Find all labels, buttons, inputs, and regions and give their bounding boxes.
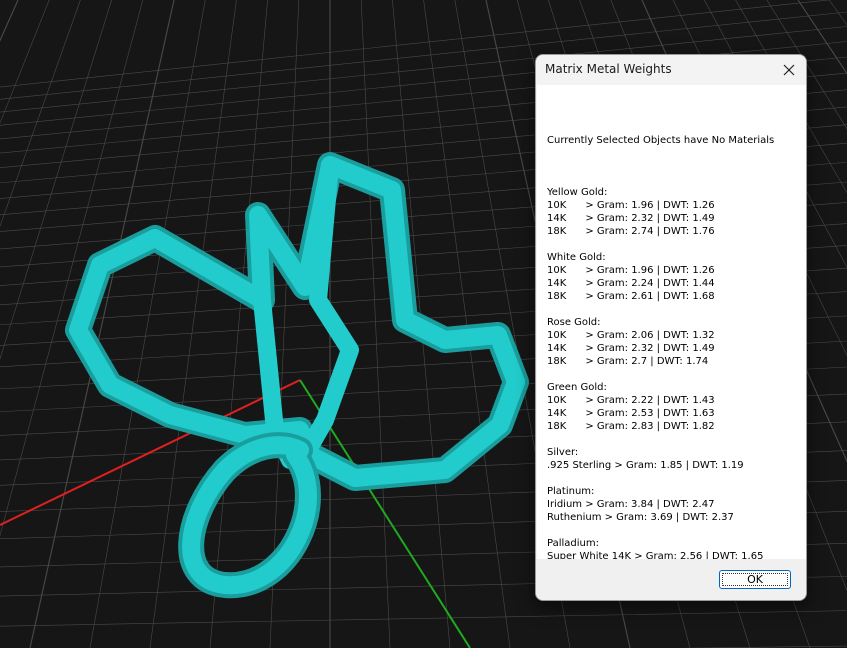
metal-section-title: Silver: xyxy=(547,447,579,458)
metal-section: Rose Gold: 10K > Gram: 2.06 | DWT: 1.32 14… xyxy=(547,316,803,368)
weight-line: 10K > Gram: 1.96 | DWT: 1.26 xyxy=(547,265,715,276)
metal-section-title: Platinum: xyxy=(547,486,595,497)
monogram-object[interactable] xyxy=(65,152,529,599)
weight-line: 18K > Gram: 2.83 | DWT: 1.82 xyxy=(547,421,715,432)
grid-line xyxy=(29,0,175,648)
dialog-content: Currently Selected Objects have No Mater… xyxy=(537,85,806,588)
weight-line: 18K > Gram: 2.61 | DWT: 1.68 xyxy=(547,291,715,302)
metal-section: White Gold: 10K > Gram: 1.96 | DWT: 1.26 1… xyxy=(547,251,803,303)
ok-button[interactable]: OK xyxy=(719,570,791,589)
dialog-title: Matrix Metal Weights xyxy=(545,62,672,76)
metal-section: Platinum: Iridium > Gram: 3.84 | DWT: 2.4… xyxy=(547,485,803,524)
dialog-footer: OK xyxy=(536,559,806,600)
weight-line: 14K > Gram: 2.53 | DWT: 1.63 xyxy=(547,408,715,419)
weight-line: 14K > Gram: 2.32 | DWT: 1.49 xyxy=(547,343,715,354)
metal-section-title: Rose Gold: xyxy=(547,317,601,328)
weight-line: 18K > Gram: 2.74 | DWT: 1.76 xyxy=(547,226,715,237)
metal-section: Yellow Gold: 10K > Gram: 1.96 | DWT: 1.26… xyxy=(547,186,803,238)
weight-line: Iridium > Gram: 3.84 | DWT: 2.47 xyxy=(547,499,715,510)
weight-line: 14K > Gram: 2.32 | DWT: 1.49 xyxy=(547,213,715,224)
weight-line: 10K > Gram: 1.96 | DWT: 1.26 xyxy=(547,200,715,211)
weight-line: .925 Sterling > Gram: 1.85 | DWT: 1.19 xyxy=(547,460,744,471)
weights-text: Currently Selected Objects have No Mater… xyxy=(547,108,803,600)
weight-line: 14K > Gram: 2.24 | DWT: 1.44 xyxy=(547,278,715,289)
weight-line: 18K > Gram: 2.7 | DWT: 1.74 xyxy=(547,356,709,367)
metal-section-title: Green Gold: xyxy=(547,382,607,393)
grid-line xyxy=(0,0,112,360)
weight-line: 10K > Gram: 2.22 | DWT: 1.43 xyxy=(547,395,715,406)
weight-line: Ruthenium > Gram: 3.69 | DWT: 2.37 xyxy=(547,512,734,523)
grid-line xyxy=(0,610,847,627)
metal-sections: Yellow Gold: 10K > Gram: 1.96 | DWT: 1.26… xyxy=(547,186,803,589)
dialog-titlebar[interactable]: Matrix Metal Weights xyxy=(536,55,806,85)
weight-line: 10K > Gram: 2.06 | DWT: 1.32 xyxy=(547,330,715,341)
metal-section-title: Yellow Gold: xyxy=(547,187,608,198)
metal-weights-dialog: Matrix Metal Weights Currently Selected … xyxy=(535,54,807,601)
monogram-outline-inner xyxy=(69,156,525,487)
close-button[interactable] xyxy=(772,55,806,85)
metal-section-title: Palladium: xyxy=(547,538,599,549)
metal-section: Silver: .925 Sterling > Gram: 1.85 | DWT:… xyxy=(547,446,803,472)
grid-line xyxy=(360,0,391,648)
no-materials-heading: Currently Selected Objects have No Mater… xyxy=(547,135,775,146)
close-icon xyxy=(783,64,795,76)
metal-section-title: White Gold: xyxy=(547,252,606,263)
metal-section: Green Gold: 10K > Gram: 2.22 | DWT: 1.43 1… xyxy=(547,381,803,433)
